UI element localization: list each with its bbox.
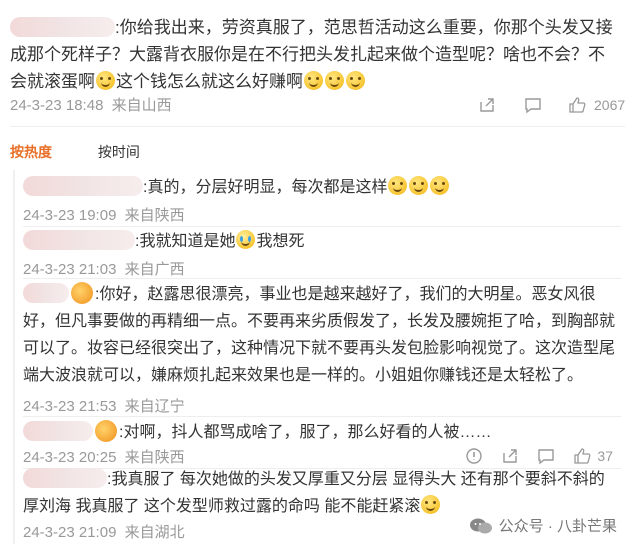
reply-date: 24-3-23 21:53: [23, 398, 117, 415]
reply-meta: 24-3-23 21:53 来自辽宁: [23, 395, 185, 416]
watermark-label: 公众号 · 八卦芒果: [498, 518, 617, 535]
reply-meta: 24-3-23 21:03 来自广西: [23, 258, 185, 279]
reply-text: :你好，赵露思很漂亮，事业也是越来越好了，我们的大明星。恶女风很好，但凡事要做的…: [23, 281, 615, 389]
smile-emoji-icon: [421, 495, 441, 514]
avatar-badge-icon: [95, 420, 117, 442]
like-icon: [573, 447, 591, 465]
reply-source: 来自辽宁: [124, 398, 185, 415]
like-icon[interactable]: [568, 96, 586, 114]
like-button[interactable]: 37: [573, 447, 613, 465]
tab-time[interactable]: 按时间: [98, 142, 140, 162]
info-icon[interactable]: [465, 447, 483, 465]
reply-date: 24-3-23 19:09: [23, 207, 117, 224]
like-count: 2067: [594, 97, 626, 113]
smile-emoji-icon: [430, 176, 450, 195]
smile-emoji-icon: [388, 176, 408, 195]
reply-date: 24-3-23 21:03: [23, 261, 117, 278]
comment-date: 24-3-23 18:48: [10, 97, 104, 114]
watermark: 公众号 · 八卦芒果: [469, 515, 617, 536]
blurred-username: [10, 17, 115, 37]
reply-date: 24-3-23 20:25: [23, 449, 117, 466]
blurred-username: [23, 283, 69, 303]
smile-emoji-icon: [304, 71, 323, 90]
comment-icon[interactable]: [537, 447, 555, 465]
share-icon[interactable]: [478, 96, 496, 114]
divider: [10, 126, 625, 127]
reply-source: 来自陕西: [124, 449, 185, 466]
main-comment-meta: 24-3-23 18:48 来自山西: [10, 94, 172, 115]
wechat-logo-icon: [469, 517, 493, 535]
smile-emoji-icon: [409, 176, 429, 195]
avatar-badge-icon: [71, 282, 93, 304]
main-comment-text: :你给我出来，劳资真服了，范思哲活动这么重要，你那个头发又接成那个死样子？大露背…: [10, 17, 613, 91]
blurred-username: [23, 176, 143, 196]
tab-hot[interactable]: 按热度: [10, 142, 52, 162]
reply-source: 来自陕西: [124, 207, 185, 224]
blurred-username: [23, 421, 93, 441]
smile-emoji-icon: [96, 71, 115, 90]
smile-emoji-icon: [325, 71, 344, 90]
smile-emoji-icon: [346, 71, 365, 90]
sort-tabs: 按热度 按时间: [10, 142, 162, 162]
divider: [23, 278, 621, 279]
reply-thread: :真的，分层好明显，每次都是这样 24-3-23 19:09 来自陕西 :我就知…: [13, 170, 621, 544]
comment-icon[interactable]: [524, 96, 542, 114]
share-icon[interactable]: [501, 447, 519, 465]
reply-actions: 37: [465, 447, 613, 465]
comment-source: 来自山西: [111, 97, 172, 114]
reply-text: :真的，分层好明显，每次都是这样: [23, 174, 615, 201]
reply-date: 24-3-23 21:09: [23, 524, 117, 541]
reply-text: :我真服了 每次她做的头发又厚重又分层 显得头大 还有那个要斜不斜的厚刘海 我真…: [23, 466, 615, 520]
reply-source: 来自湖北: [124, 524, 185, 541]
blurred-username: [23, 230, 135, 250]
divider: [23, 226, 621, 227]
like-count: 37: [597, 448, 613, 464]
blurred-username: [23, 468, 107, 488]
reply-text: :对啊，抖人都骂成啥了，服了，那么好看的人被……: [23, 419, 615, 446]
divider: [23, 416, 621, 417]
reply-meta: 24-3-23 20:25 来自陕西: [23, 446, 185, 467]
main-comment-toolbar: 2067: [478, 96, 625, 114]
reply-meta: 24-3-23 19:09 来自陕西: [23, 204, 185, 225]
crying-emoji-icon: [236, 230, 256, 249]
reply-text: :我就知道是她 我想死: [23, 228, 615, 255]
reply-meta: 24-3-23 21:09 来自湖北: [23, 521, 185, 542]
reply-source: 来自广西: [124, 261, 185, 278]
